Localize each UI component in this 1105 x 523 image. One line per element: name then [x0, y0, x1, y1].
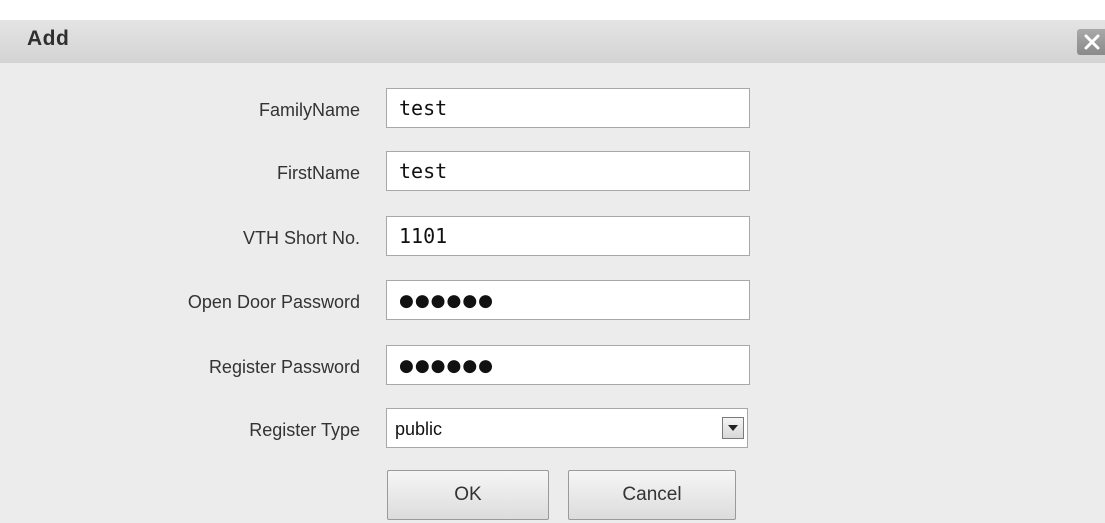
- register-type-label: Register Type: [249, 420, 360, 440]
- open-door-password-field[interactable]: ●●●●●●: [386, 280, 750, 320]
- dropdown-button[interactable]: [722, 417, 744, 439]
- chevron-down-icon: [728, 425, 738, 431]
- first-name-label: FirstName: [276, 163, 360, 183]
- register-type-value: public: [395, 419, 443, 439]
- vth-short-no-label: VTH Short No.: [242, 228, 360, 248]
- close-button[interactable]: [1077, 29, 1105, 55]
- family-name-field[interactable]: test: [386, 88, 750, 128]
- ok-button[interactable]: OK: [387, 470, 549, 520]
- open-door-password-label: Open Door Password: [187, 292, 360, 312]
- family-name-label: FamilyName: [258, 100, 360, 120]
- register-password-field[interactable]: ●●●●●●: [386, 345, 750, 385]
- close-icon: [1084, 34, 1100, 50]
- vth-short-no-field[interactable]: 1101: [386, 216, 750, 256]
- cancel-button[interactable]: Cancel: [568, 470, 736, 520]
- register-password-label: Register Password: [208, 357, 360, 377]
- titlebar-strip: [0, 20, 1105, 64]
- first-name-field[interactable]: test: [386, 151, 750, 191]
- register-type-select[interactable]: public: [386, 408, 748, 448]
- dialog-title: Add: [27, 27, 70, 50]
- add-dialog: Add FamilyName test FirstName test VTH S…: [0, 0, 1105, 523]
